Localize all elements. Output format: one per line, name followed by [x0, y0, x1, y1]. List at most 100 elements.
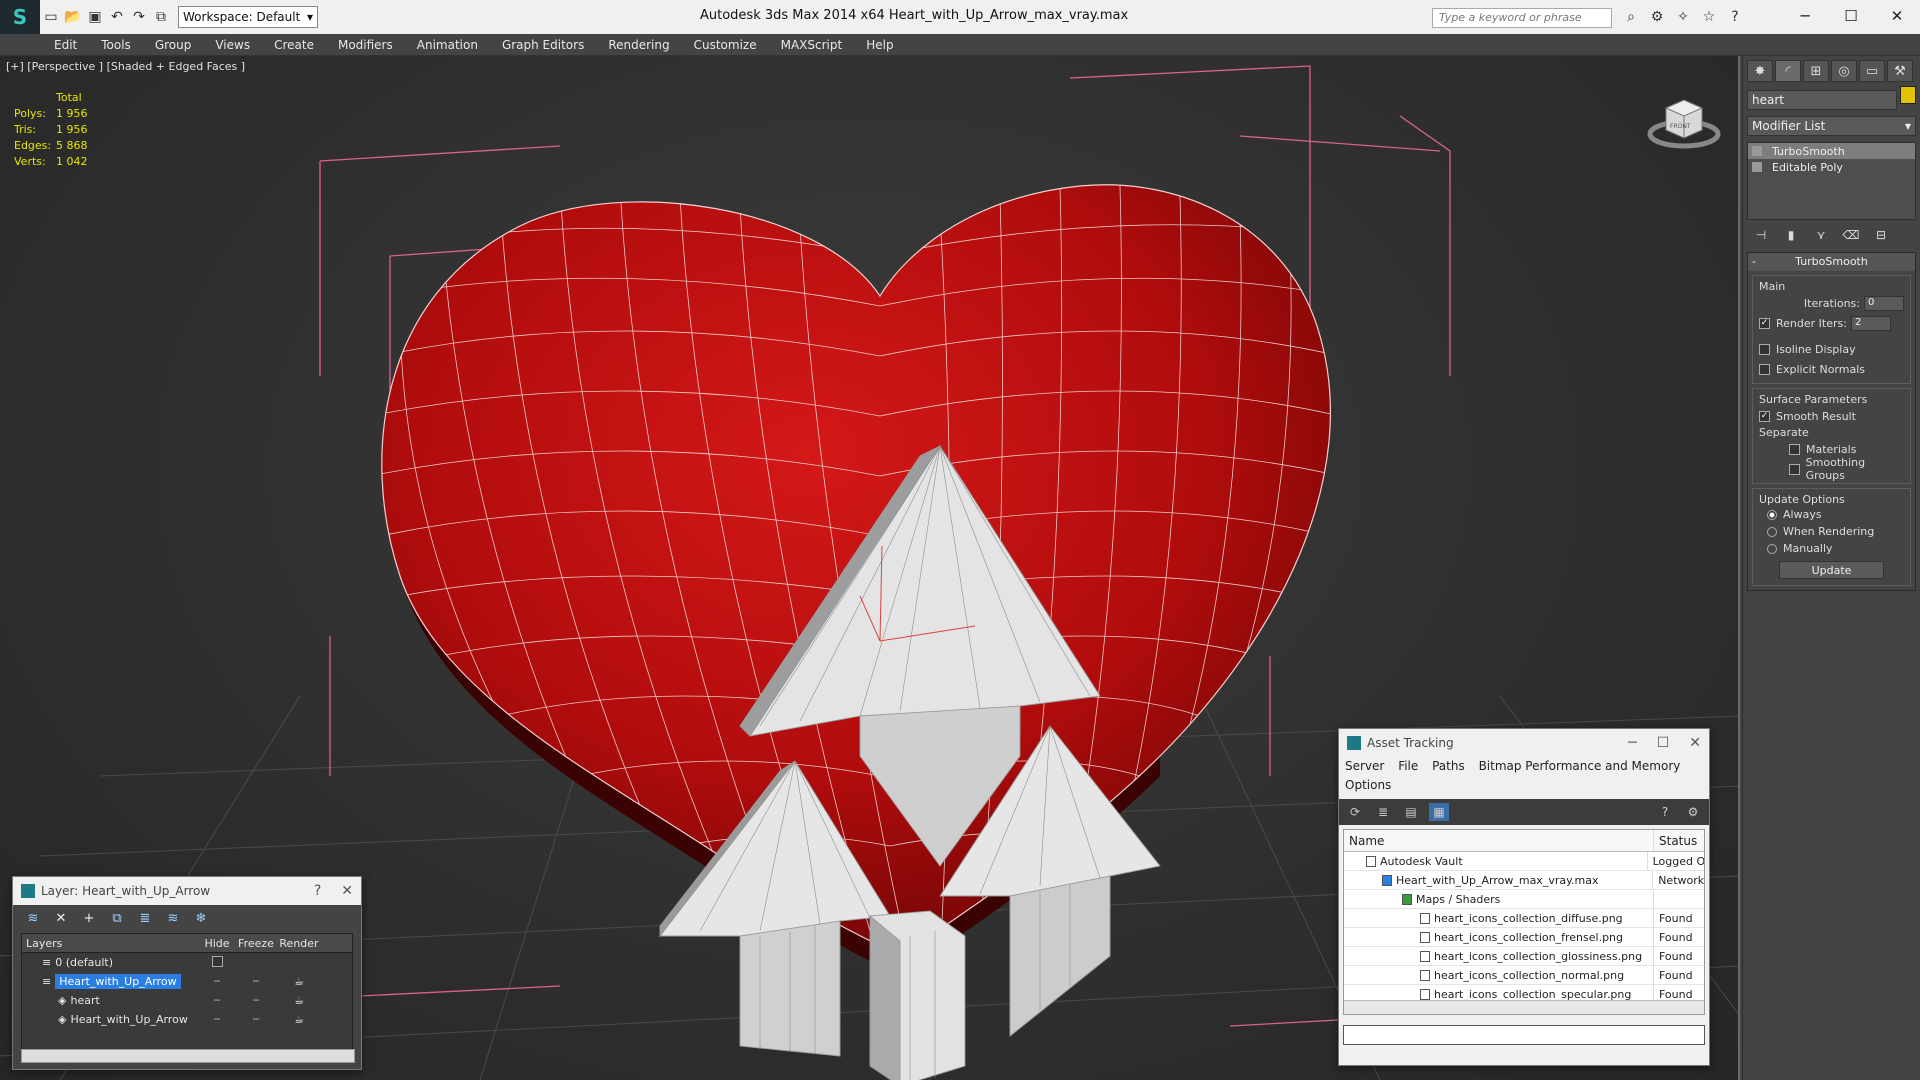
motion-tab-icon[interactable]: ◎: [1831, 60, 1857, 82]
rollout-header[interactable]: - TurboSmooth: [1748, 253, 1915, 271]
favorites-star-icon[interactable]: ☆: [1698, 6, 1720, 28]
menu-create[interactable]: Create: [274, 38, 314, 52]
highlight-layer-icon[interactable]: ≣: [135, 909, 155, 927]
teapot-render-icon[interactable]: ☕: [276, 994, 322, 1007]
show-end-result-icon[interactable]: ▮: [1781, 226, 1801, 244]
thumbnail-view-icon[interactable]: ▤: [1401, 803, 1421, 821]
menu-views[interactable]: Views: [215, 38, 250, 52]
horizontal-scrollbar[interactable]: [21, 1049, 355, 1063]
asset-row[interactable]: Autodesk Vault Logged O: [1344, 852, 1704, 871]
menu-paths[interactable]: Paths: [1432, 759, 1465, 773]
freeze-toggle[interactable]: ┅: [236, 975, 276, 988]
menu-customize[interactable]: Customize: [694, 38, 757, 52]
menu-group[interactable]: Group: [155, 38, 192, 52]
hide-all-icon[interactable]: ≋: [163, 909, 183, 927]
asset-row[interactable]: heart_icons_collection_frensel.png Found: [1344, 928, 1704, 947]
search-input[interactable]: Type a keyword or phrase: [1432, 8, 1612, 28]
undo-icon[interactable]: ↶: [106, 6, 128, 28]
hierarchy-tab-icon[interactable]: ⊞: [1803, 60, 1829, 82]
layer-row[interactable]: ◈ Heart_with_Up_Arrow ┅ ┅ ☕: [22, 1010, 352, 1029]
new-file-icon[interactable]: ▭: [40, 6, 62, 28]
project-folder-icon[interactable]: ⧉: [150, 6, 172, 28]
layer-row[interactable]: ≡ 0 (default): [22, 953, 352, 972]
modifier-list-dropdown[interactable]: Modifier List ▾: [1747, 116, 1916, 136]
help-icon[interactable]: ?: [1655, 803, 1675, 821]
make-unique-icon[interactable]: ⋎: [1811, 226, 1831, 244]
menu-rendering[interactable]: Rendering: [608, 38, 669, 52]
menu-edit[interactable]: Edit: [54, 38, 77, 52]
menu-animation[interactable]: Animation: [417, 38, 478, 52]
render-iters-spinner[interactable]: 2: [1850, 315, 1891, 331]
pin-stack-icon[interactable]: ⊣: [1751, 226, 1771, 244]
explicit-normals-checkbox[interactable]: [1759, 363, 1770, 375]
update-button[interactable]: Update: [1779, 561, 1884, 579]
menu-graph-editors[interactable]: Graph Editors: [502, 38, 584, 52]
help-button[interactable]: ?: [314, 883, 321, 899]
layer-dialog-titlebar[interactable]: Layer: Heart_with_Up_Arrow ? ✕: [13, 877, 361, 905]
col-name[interactable]: Name: [1344, 830, 1654, 851]
asset-path-field[interactable]: [1343, 1025, 1705, 1045]
close-button[interactable]: ✕: [1689, 735, 1701, 751]
asset-row[interactable]: heart_icons_collection_normal.png Found: [1344, 966, 1704, 985]
table-view-icon[interactable]: ▦: [1429, 803, 1449, 821]
maximize-button[interactable]: ☐: [1828, 0, 1874, 32]
viewport-label[interactable]: [+] [Perspective ] [Shaded + Edged Faces…: [6, 60, 245, 73]
subscription-icon[interactable]: ⚙: [1646, 6, 1668, 28]
menu-server[interactable]: Server: [1345, 759, 1384, 773]
refresh-icon[interactable]: ⟳: [1345, 803, 1365, 821]
menu-file[interactable]: File: [1398, 759, 1418, 773]
workspace-dropdown[interactable]: Workspace: Default ▾: [178, 6, 318, 28]
freeze-toggle[interactable]: ┅: [236, 994, 276, 1007]
object-name-field[interactable]: heart: [1747, 90, 1897, 110]
modify-tab-icon[interactable]: ◜: [1775, 60, 1801, 82]
viewcube-icon[interactable]: FRONT: [1644, 86, 1724, 156]
list-view-icon[interactable]: ≣: [1373, 803, 1393, 821]
close-button[interactable]: ✕: [1874, 0, 1920, 32]
menu-options[interactable]: Options: [1345, 778, 1391, 792]
select-objects-icon[interactable]: ⧉: [107, 909, 127, 927]
col-freeze[interactable]: Freeze: [236, 937, 276, 950]
lightbulb-icon[interactable]: [1752, 146, 1762, 156]
hide-toggle[interactable]: ┅: [198, 975, 236, 988]
create-layer-icon[interactable]: ≋: [23, 909, 43, 927]
asset-dialog-titlebar[interactable]: Asset Tracking ─ ☐ ✕: [1339, 729, 1709, 757]
menu-bitmap-performance[interactable]: Bitmap Performance and Memory: [1479, 759, 1681, 773]
configure-sets-icon[interactable]: ⊟: [1871, 226, 1891, 244]
stack-item-turbosmooth[interactable]: TurboSmooth: [1748, 143, 1915, 159]
delete-layer-icon[interactable]: ✕: [51, 909, 71, 927]
create-tab-icon[interactable]: ✸: [1747, 60, 1773, 82]
object-color-swatch[interactable]: [1900, 86, 1916, 104]
redo-icon[interactable]: ↷: [128, 6, 150, 28]
iterations-spinner[interactable]: 0: [1864, 295, 1904, 311]
binoculars-icon[interactable]: ⌕: [1620, 6, 1642, 28]
col-hide[interactable]: Hide: [198, 937, 236, 950]
freeze-all-icon[interactable]: ❄: [191, 909, 211, 927]
stack-item-editable-poly[interactable]: Editable Poly: [1748, 159, 1915, 175]
materials-checkbox[interactable]: [1789, 443, 1800, 455]
minimize-button[interactable]: ─: [1628, 735, 1636, 751]
app-logo-icon[interactable]: S: [0, 0, 40, 34]
asset-row[interactable]: Maps / Shaders: [1344, 890, 1704, 909]
minimize-button[interactable]: ─: [1782, 0, 1828, 32]
menu-tools[interactable]: Tools: [101, 38, 131, 52]
menu-maxscript[interactable]: MAXScript: [781, 38, 843, 52]
asset-row[interactable]: heart_icons_collection_diffuse.png Found: [1344, 909, 1704, 928]
horizontal-scrollbar[interactable]: [1344, 1000, 1704, 1014]
col-layers[interactable]: Layers: [22, 937, 198, 950]
teapot-render-icon[interactable]: ☕: [276, 1013, 322, 1026]
hide-toggle[interactable]: [198, 955, 236, 970]
hide-toggle[interactable]: ┅: [198, 1013, 236, 1026]
hide-toggle[interactable]: ┅: [198, 994, 236, 1007]
help-icon[interactable]: ?: [1724, 6, 1746, 28]
utilities-tab-icon[interactable]: ⚒: [1887, 60, 1913, 82]
manually-radio[interactable]: [1767, 543, 1777, 554]
asset-row[interactable]: Heart_with_Up_Arrow_max_vray.max Network: [1344, 871, 1704, 890]
communication-icon[interactable]: ✧: [1672, 6, 1694, 28]
display-tab-icon[interactable]: ▭: [1859, 60, 1885, 82]
when-rendering-radio[interactable]: [1767, 526, 1777, 537]
freeze-toggle[interactable]: ┅: [236, 1013, 276, 1026]
always-radio[interactable]: [1767, 509, 1777, 520]
col-render[interactable]: Render: [276, 937, 322, 950]
menu-modifiers[interactable]: Modifiers: [338, 38, 393, 52]
expand-plus-icon[interactable]: [1752, 162, 1762, 172]
